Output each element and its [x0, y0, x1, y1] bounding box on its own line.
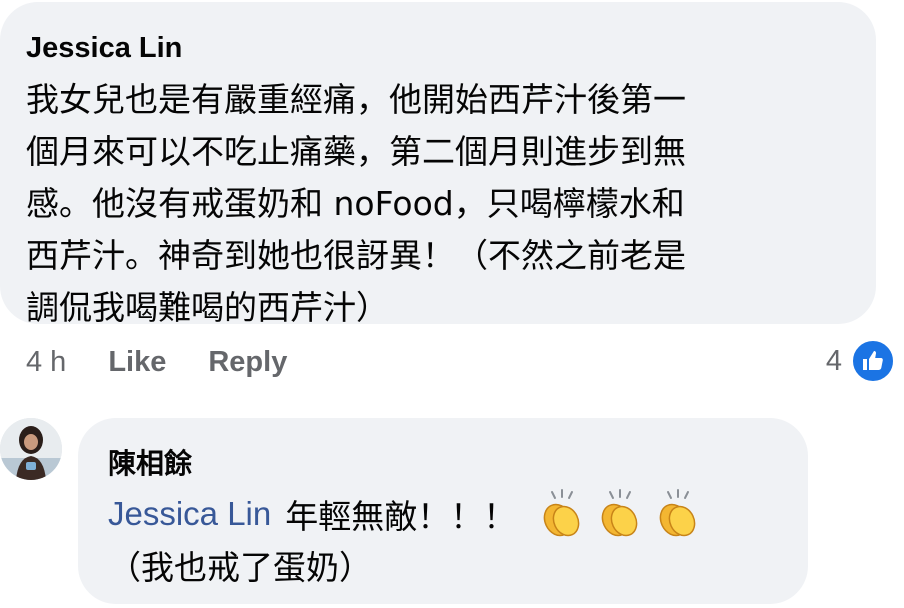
comment-author[interactable]: Jessica Lin [26, 32, 182, 65]
comment-actions: 4 h Like Reply [26, 340, 329, 384]
reply-line: Jessica Lin 年輕無敵！！！ [108, 488, 708, 540]
reply-author[interactable]: 陳相餘 [108, 442, 192, 482]
reaction-count: 4 [825, 344, 842, 377]
clap-emoji-group [534, 488, 708, 540]
mention-link[interactable]: Jessica Lin [108, 495, 271, 533]
comment-text: 我女兒也是有嚴重經痛，他開始西芹汁後第一 個月來可以不吃止痛藥，第二個月則進步到… [26, 80, 686, 327]
like-button[interactable]: Like [108, 346, 166, 379]
reply-text-2: （我也戒了蛋奶） [108, 548, 372, 587]
clapping-hands-icon [659, 489, 696, 537]
reply-button[interactable]: Reply [208, 346, 287, 379]
clapping-hands-icon [543, 489, 580, 537]
reply-bubble: 陳相餘 Jessica Lin 年輕無敵！！！ （我也戒了蛋奶） [78, 418, 808, 604]
like-icon [850, 338, 896, 384]
clapping-hands-icon [601, 489, 638, 537]
comment-bubble: Jessica Lin 我女兒也是有嚴重經痛，他開始西芹汁後第一 個月來可以不吃… [0, 2, 876, 327]
reply-text: 年輕無敵！！！ [285, 497, 517, 536]
comment-timestamp[interactable]: 4 h [26, 346, 66, 379]
reactions-summary[interactable]: 4 [826, 338, 896, 384]
avatar[interactable] [0, 418, 62, 480]
